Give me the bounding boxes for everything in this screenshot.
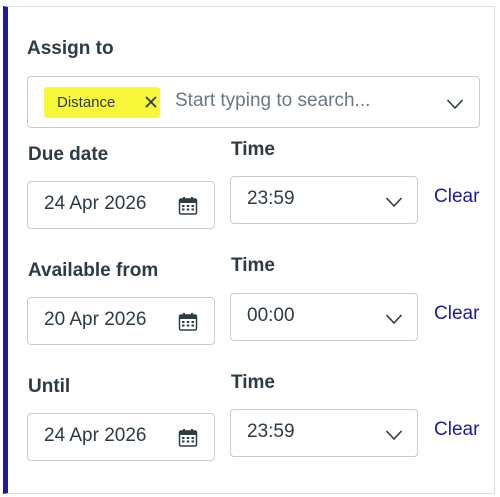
until-date-value: 24 Apr 2026 — [44, 425, 147, 446]
due-clear-button[interactable]: Clear — [434, 186, 479, 208]
calendar-icon[interactable] — [178, 196, 198, 216]
due-time-select[interactable]: 23:59 — [230, 176, 418, 224]
due-date-label: Due date — [28, 144, 109, 165]
chevron-down-icon[interactable] — [446, 98, 464, 110]
available-from-value: 20 Apr 2026 — [44, 309, 147, 330]
close-icon[interactable] — [144, 95, 158, 109]
chevron-down-icon[interactable] — [385, 313, 403, 325]
assignee-chip: Distance — [44, 87, 160, 118]
available-time-label: Time — [231, 255, 276, 276]
available-clear-button[interactable]: Clear — [434, 303, 479, 325]
due-date-value: 24 Apr 2026 — [44, 193, 147, 214]
until-label: Until — [28, 376, 71, 397]
assign-search-input[interactable]: Start typing to search... — [175, 90, 370, 112]
until-time-select[interactable]: 23:59 — [230, 409, 418, 457]
available-from-label: Available from — [28, 260, 159, 281]
until-clear-button[interactable]: Clear — [434, 419, 479, 441]
due-time-label: Time — [231, 139, 276, 160]
until-date-input[interactable]: 24 Apr 2026 — [27, 413, 215, 461]
until-time-label: Time — [231, 372, 276, 393]
calendar-icon[interactable] — [178, 312, 198, 332]
until-time-value: 23:59 — [247, 421, 295, 442]
available-time-value: 00:00 — [247, 305, 295, 326]
chevron-down-icon[interactable] — [385, 429, 403, 441]
chevron-down-icon[interactable] — [385, 196, 403, 208]
available-from-input[interactable]: 20 Apr 2026 — [27, 297, 215, 345]
due-date-input[interactable]: 24 Apr 2026 — [27, 181, 215, 229]
assignee-chip-label: Distance — [57, 94, 116, 111]
due-time-value: 23:59 — [247, 188, 295, 209]
assign-to-label: Assign to — [27, 38, 114, 59]
available-time-select[interactable]: 00:00 — [230, 293, 418, 341]
assign-to-combobox[interactable]: Distance Start typing to search... — [27, 76, 480, 128]
calendar-icon[interactable] — [178, 428, 198, 448]
